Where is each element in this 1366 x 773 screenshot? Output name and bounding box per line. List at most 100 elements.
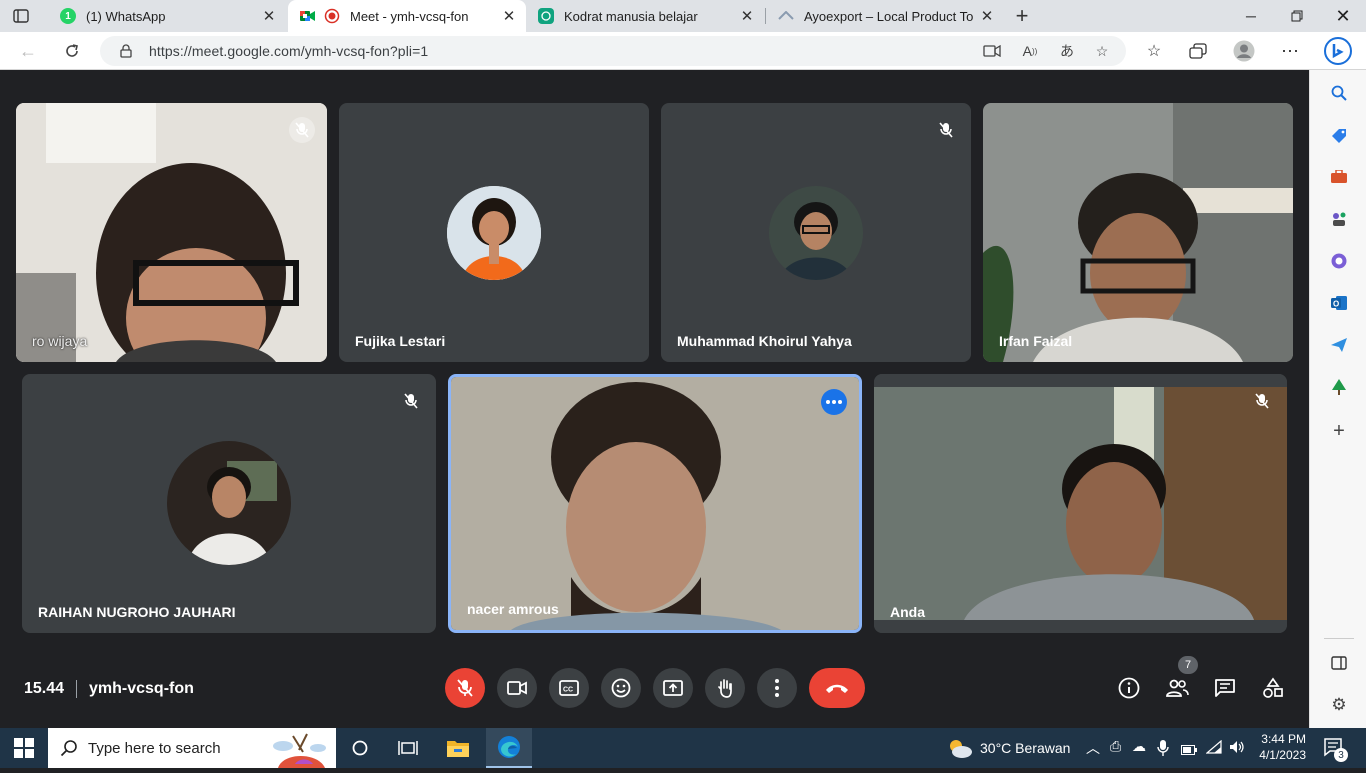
maximize-button[interactable] [1274, 0, 1320, 32]
edge-taskbar-button[interactable] [486, 728, 532, 768]
participant-name: nacer amrous [467, 601, 559, 617]
add-favorite-icon[interactable]: ☆ [1092, 42, 1112, 60]
participant-name: RAIHAN NUGROHO JAUHARI [38, 604, 236, 620]
divider [1324, 638, 1354, 639]
meeting-details-button[interactable] [1115, 674, 1143, 702]
participant-tile[interactable]: Fujika Lestari [339, 103, 649, 362]
games-icon[interactable] [1328, 208, 1350, 230]
more-options-button[interactable] [821, 389, 847, 415]
hand-icon [718, 679, 732, 698]
file-explorer-icon[interactable] [446, 736, 470, 760]
participant-tile[interactable]: RAIHAN NUGROHO JAUHARI [22, 374, 436, 633]
back-button[interactable]: ← [14, 38, 42, 64]
tab-ayoexport[interactable]: Ayoexport – Local Product To Int ✕ [766, 0, 1004, 32]
reactions-button[interactable] [601, 668, 641, 708]
camera-in-use-icon[interactable] [982, 42, 1002, 60]
meet-main: ro wijaya Fujika Lestari Muhammad Khoiru… [0, 70, 1309, 728]
people-count-badge: 7 [1178, 656, 1198, 674]
refresh-button[interactable] [58, 38, 86, 64]
read-aloud-icon[interactable]: A)) [1020, 42, 1040, 60]
mic-off-icon [289, 117, 315, 143]
weather-text[interactable]: 30°C Berawan [980, 740, 1070, 756]
leave-call-button[interactable] [809, 668, 865, 708]
onedrive-sync-icon[interactable]: ☁ [1132, 738, 1146, 755]
meet-now-icon[interactable]: ⎙ [1110, 738, 1121, 755]
search-placeholder: Type here to search [88, 739, 221, 757]
close-tab-icon[interactable]: ✕ [738, 7, 756, 25]
chat-button[interactable] [1211, 674, 1239, 702]
meet-control-bar: 15.44 ymh-vcsq-fon CC 7 [0, 656, 1309, 728]
collections-icon[interactable] [1186, 40, 1210, 62]
participant-tile[interactable]: Irfan Faizal [983, 103, 1293, 362]
close-tab-icon[interactable]: ✕ [260, 7, 278, 25]
activities-button[interactable] [1259, 674, 1287, 702]
wifi-icon[interactable] [1205, 739, 1222, 759]
lock-icon[interactable] [116, 42, 136, 60]
outlook-icon[interactable]: O [1328, 292, 1350, 314]
close-window-button[interactable]: ✕ [1320, 0, 1366, 32]
participant-tile[interactable]: Muhammad Khoirul Yahya [661, 103, 971, 362]
weather-cloud-icon[interactable] [946, 736, 974, 765]
taskbar-clock[interactable]: 3:44 PM 4/1/2023 [1254, 731, 1306, 763]
url-field[interactable]: https://meet.google.com/ymh-vcsq-fon?pli… [100, 36, 1126, 66]
windows-start-icon[interactable] [14, 738, 34, 758]
tab-actions-icon[interactable] [10, 6, 32, 26]
bing-copilot-icon[interactable] [1324, 36, 1352, 66]
mic-off-icon [933, 117, 959, 143]
captions-button[interactable]: CC [549, 668, 589, 708]
hide-sidebar-icon[interactable] [1328, 652, 1350, 674]
chat-icon [1215, 679, 1235, 697]
participant-tile[interactable]: ro wijaya [16, 103, 327, 362]
participant-tile-self[interactable]: Anda [874, 374, 1287, 633]
settings-more-icon[interactable]: ⋯ [1278, 40, 1302, 62]
participant-name: Fujika Lestari [355, 333, 446, 349]
tab-meet[interactable]: Meet - ymh-vcsq-fon ✕ [288, 0, 526, 32]
cortana-icon[interactable] [348, 736, 372, 760]
close-tab-icon[interactable]: ✕ [978, 7, 996, 25]
favorites-icon[interactable]: ☆ [1142, 40, 1166, 62]
participant-name: Irfan Faizal [999, 333, 1073, 349]
more-vert-icon [775, 679, 779, 697]
taskbar-search-box[interactable]: Type here to search [48, 728, 336, 768]
participant-name: Anda [890, 604, 925, 620]
edge-sidebar: O + ⚙ [1309, 70, 1366, 728]
address-bar: ← https://meet.google.com/ymh-vcsq-fon?p… [0, 32, 1366, 70]
battery-icon[interactable] [1181, 742, 1197, 760]
close-tab-icon[interactable]: ✕ [500, 7, 518, 25]
url-text[interactable]: https://meet.google.com/ymh-vcsq-fon?pli… [149, 43, 428, 59]
translate-icon[interactable]: あ [1057, 42, 1077, 60]
google-meet-icon [300, 8, 316, 24]
camera-toggle-button[interactable] [497, 668, 537, 708]
info-icon [1118, 677, 1140, 699]
new-tab-button[interactable]: + [1010, 3, 1034, 28]
participant-tile-active[interactable]: nacer amrous [448, 374, 862, 633]
video-feed-image [983, 103, 1293, 362]
people-button[interactable] [1163, 674, 1191, 702]
meeting-time: 15.44 [24, 680, 65, 697]
tree-icon[interactable] [1328, 376, 1350, 398]
task-view-icon[interactable] [396, 736, 420, 760]
raise-hand-button[interactable] [705, 668, 745, 708]
show-hidden-icons-chevron[interactable]: ︿ [1086, 738, 1100, 758]
mic-off-icon [1249, 388, 1275, 414]
people-icon [1166, 679, 1189, 697]
volume-icon[interactable] [1229, 740, 1245, 759]
send-icon[interactable] [1328, 334, 1350, 356]
add-sidebar-app-icon[interactable]: + [1328, 420, 1350, 442]
sidebar-settings-icon[interactable]: ⚙ [1328, 694, 1350, 716]
microphone-in-use-icon[interactable] [1157, 739, 1169, 762]
shopping-tag-icon[interactable] [1328, 124, 1350, 146]
microphone-toggle-button[interactable] [445, 668, 485, 708]
tab-kodrat[interactable]: Kodrat manusia belajar ✕ [526, 0, 764, 32]
present-screen-button[interactable] [653, 668, 693, 708]
recording-icon [324, 8, 340, 24]
search-icon[interactable] [1328, 82, 1350, 104]
tools-icon[interactable] [1328, 166, 1350, 188]
more-options-button[interactable] [757, 668, 797, 708]
profile-avatar-icon[interactable] [1232, 40, 1256, 62]
microsoft-365-icon[interactable] [1328, 250, 1350, 272]
minimize-button[interactable]: ─ [1228, 0, 1274, 32]
tab-whatsapp[interactable]: 1 (1) WhatsApp ✕ [48, 0, 286, 32]
search-highlight-image [263, 730, 333, 773]
svg-text:CC: CC [563, 687, 573, 694]
